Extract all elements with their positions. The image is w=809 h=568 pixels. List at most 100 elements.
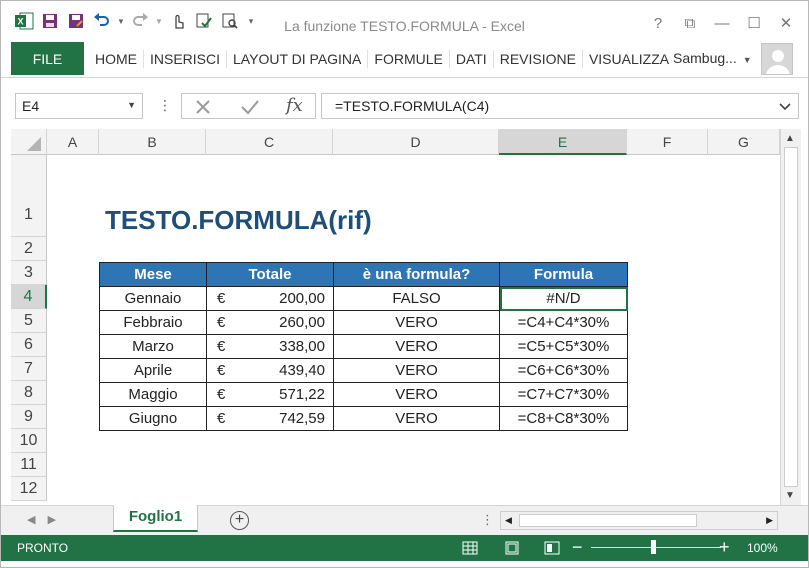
cell-formula-check[interactable]: FALSO [333, 286, 500, 311]
minimize-button[interactable]: — [706, 15, 738, 33]
cell-formula-check[interactable]: VERO [333, 358, 500, 383]
horizontal-scrollbar[interactable]: ◀ ▶ [500, 511, 778, 530]
close-button[interactable]: ✕ [770, 15, 802, 33]
scroll-left-icon[interactable]: ◀ [505, 515, 512, 526]
column-header-a[interactable]: A [47, 129, 99, 155]
table-row: Giugno €742,59 VERO =C8+C8*30% [99, 406, 628, 431]
sheet-nav-icons[interactable]: ◀ ▶ [27, 513, 56, 526]
column-header-d[interactable]: D [333, 129, 499, 155]
cell-formula-check[interactable]: VERO [333, 334, 500, 359]
row-header-3[interactable]: 3 [11, 261, 47, 285]
tab-formule[interactable]: FORMULE [368, 50, 450, 68]
cell-totale[interactable]: €571,22 [206, 382, 334, 407]
row-header-9[interactable]: 9 [11, 405, 47, 429]
formula-buttons: fx [181, 93, 316, 119]
page-break-preview-icon[interactable] [541, 538, 563, 558]
tab-revisione[interactable]: REVISIONE [494, 50, 583, 68]
cell-formula-check[interactable]: VERO [333, 406, 500, 431]
header-mese[interactable]: Mese [99, 262, 207, 287]
table-row: Febbraio €260,00 VERO =C4+C4*30% [99, 310, 628, 335]
column-header-b[interactable]: B [99, 129, 206, 155]
cell-totale[interactable]: €260,00 [206, 310, 334, 335]
user-dropdown-icon: ▼ [742, 55, 752, 65]
formula-bar-grip-icon[interactable]: ⋮ [158, 97, 172, 114]
cell-formula-check[interactable]: VERO [333, 310, 500, 335]
cell-totale[interactable]: €439,40 [206, 358, 334, 383]
tab-visualizza[interactable]: VISUALIZZA [583, 50, 675, 68]
cell-formula[interactable]: =C5+C5*30% [499, 334, 628, 359]
column-header-c[interactable]: C [206, 129, 333, 155]
cell-formula[interactable]: =C4+C4*30% [499, 310, 628, 335]
normal-view-icon[interactable] [459, 538, 481, 558]
row-header-1[interactable]: 1 [11, 155, 47, 237]
horizontal-scroll-thumb[interactable] [519, 514, 697, 527]
tab-split-grip-icon[interactable]: ⋮ [481, 512, 494, 528]
name-box[interactable]: E4 ▼ [15, 93, 143, 119]
user-account[interactable]: Sambug... ▼ [673, 50, 752, 66]
currency-symbol: € [217, 290, 226, 307]
tab-file[interactable]: FILE [11, 42, 84, 75]
cell-mese[interactable]: Maggio [99, 382, 207, 407]
formula-input[interactable]: =TESTO.FORMULA(C4) [321, 93, 799, 119]
enter-icon[interactable] [240, 98, 260, 119]
cancel-icon[interactable] [194, 98, 212, 119]
cell-formula-active[interactable]: #N/D [499, 286, 628, 311]
name-box-dropdown-icon[interactable]: ▼ [127, 100, 136, 110]
cell-mese[interactable]: Aprile [99, 358, 207, 383]
scroll-up-icon[interactable]: ▲ [785, 133, 795, 144]
add-sheet-icon[interactable]: + [230, 511, 249, 530]
expand-formula-bar-icon[interactable] [778, 99, 792, 116]
row-header-6[interactable]: 6 [11, 333, 47, 357]
cell-formula[interactable]: =C8+C8*30% [499, 406, 628, 431]
column-header-e[interactable]: E [499, 129, 627, 155]
row-header-11[interactable]: 11 [11, 453, 47, 477]
row-header-4[interactable]: 4 [11, 285, 47, 309]
help-button[interactable]: ? [642, 15, 674, 33]
cell-formula-check[interactable]: VERO [333, 382, 500, 407]
cell-mese[interactable]: Febbraio [99, 310, 207, 335]
user-name: Sambug... [673, 50, 737, 66]
cell-mese[interactable]: Giugno [99, 406, 207, 431]
scroll-down-icon[interactable]: ▼ [785, 490, 795, 501]
cell-totale[interactable]: €200,00 [206, 286, 334, 311]
header-formula-check[interactable]: è una formula? [333, 262, 500, 287]
tab-layout-di-pagina[interactable]: LAYOUT DI PAGINA [227, 50, 369, 68]
row-header-8[interactable]: 8 [11, 381, 47, 405]
row-header-5[interactable]: 5 [11, 309, 47, 333]
zoom-slider-thumb[interactable] [651, 540, 656, 554]
vertical-scroll-thumb[interactable] [784, 147, 798, 487]
zoom-slider[interactable] [591, 547, 721, 548]
zoom-out-button[interactable]: − [572, 537, 583, 558]
vertical-scrollbar[interactable]: ▲ ▼ [780, 129, 801, 505]
select-all-corner[interactable] [11, 129, 47, 155]
header-totale[interactable]: Totale [206, 262, 334, 287]
row-header-2[interactable]: 2 [11, 237, 47, 261]
zoom-in-button[interactable]: + [719, 537, 730, 558]
header-formula[interactable]: Formula [499, 262, 628, 287]
cell-mese[interactable]: Marzo [99, 334, 207, 359]
tab-home[interactable]: HOME [89, 50, 144, 68]
sheet-tab-foglio1[interactable]: Foglio1 [113, 505, 198, 532]
tab-inserisci[interactable]: INSERISCI [144, 50, 228, 68]
cell-formula[interactable]: =C6+C6*30% [499, 358, 628, 383]
ribbon-display-options-button[interactable]: ⧉ [674, 15, 706, 33]
avatar[interactable] [761, 43, 793, 75]
tab-dati[interactable]: DATI [450, 50, 494, 68]
zoom-level[interactable]: 100% [747, 541, 778, 555]
row-header-12[interactable]: 12 [11, 477, 47, 501]
row-header-7[interactable]: 7 [11, 357, 47, 381]
cell-totale[interactable]: €742,59 [206, 406, 334, 431]
sheet-heading: TESTO.FORMULA(rif) [105, 205, 372, 235]
cell-mese[interactable]: Gennaio [99, 286, 207, 311]
cell-formula[interactable]: =C7+C7*30% [499, 382, 628, 407]
page-layout-view-icon[interactable] [501, 538, 523, 558]
worksheet-grid[interactable]: A B C D E F G 1 2 3 4 5 6 7 8 9 10 11 12… [11, 129, 805, 505]
row-header-10[interactable]: 10 [11, 429, 47, 453]
insert-function-icon[interactable]: fx [286, 95, 303, 116]
column-header-g[interactable]: G [708, 129, 780, 155]
table-row: Gennaio €200,00 FALSO #N/D [99, 286, 628, 311]
maximize-button[interactable]: ☐ [738, 15, 770, 33]
cell-totale[interactable]: €338,00 [206, 334, 334, 359]
scroll-right-icon[interactable]: ▶ [766, 515, 773, 526]
column-header-f[interactable]: F [627, 129, 708, 155]
